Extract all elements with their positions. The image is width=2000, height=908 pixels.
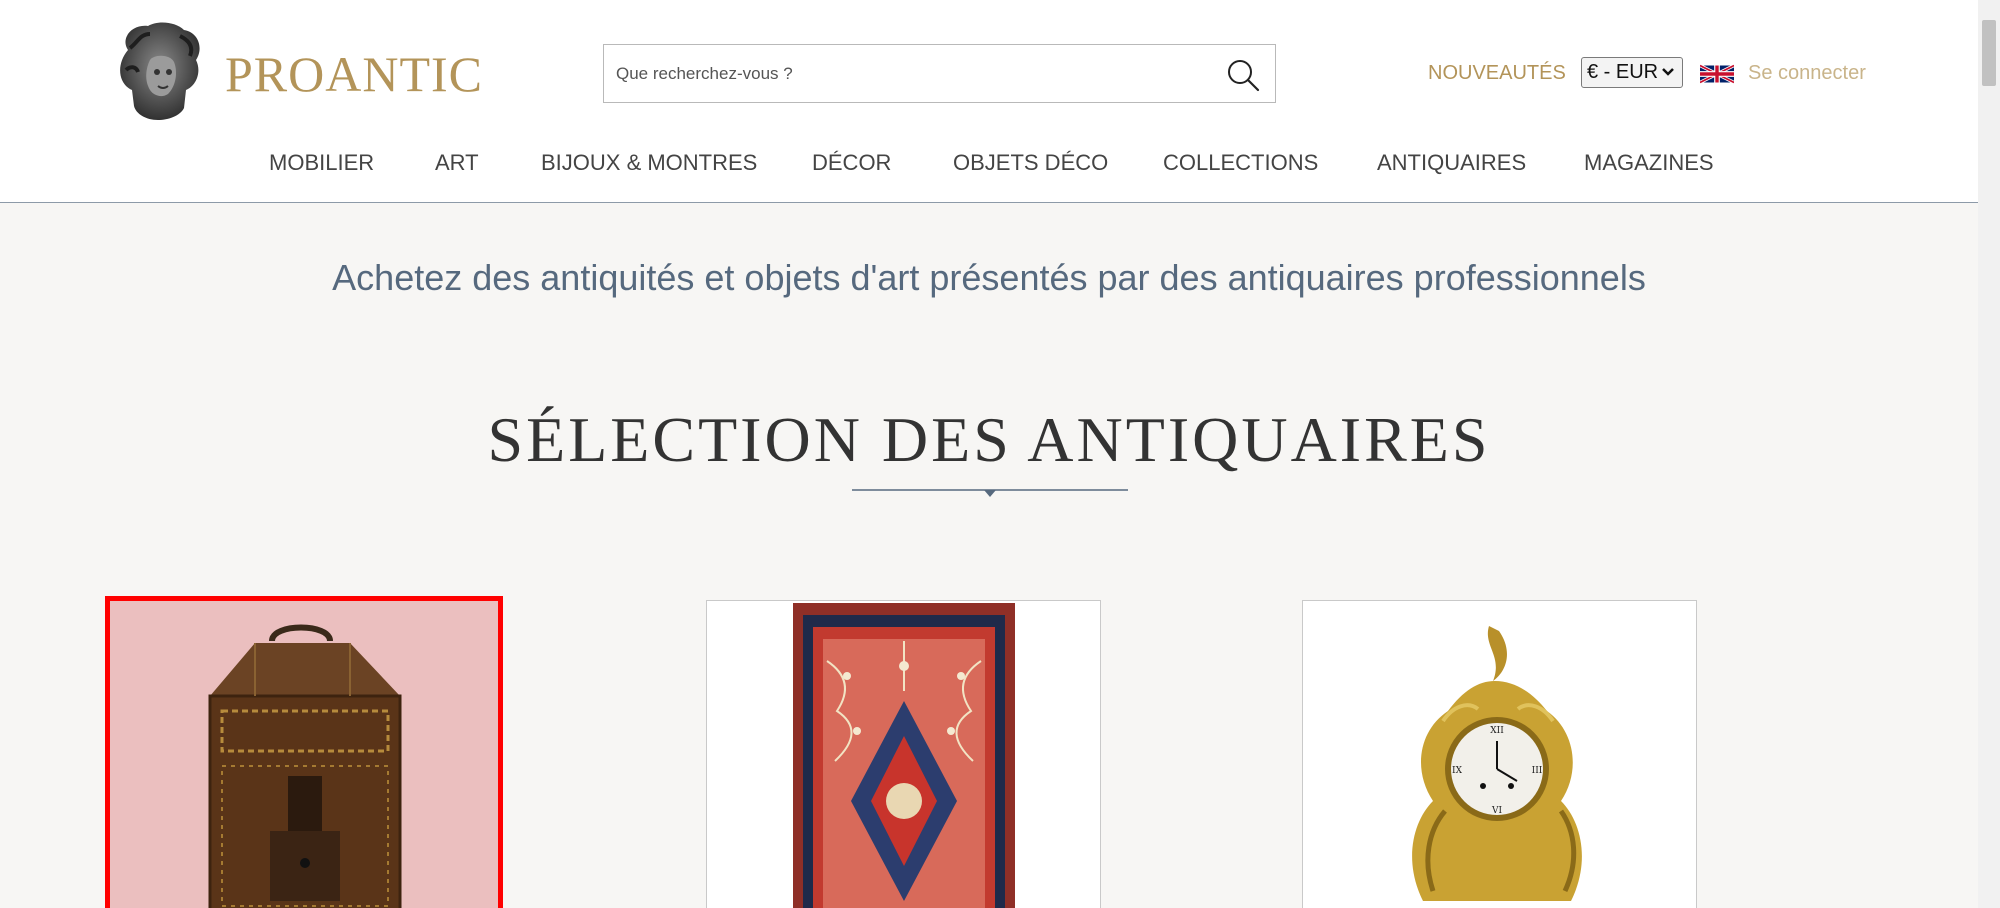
currency-value: € - EUR: [1587, 61, 1659, 83]
scrollbar-thumb[interactable]: [1982, 20, 1996, 86]
page-tagline: Achetez des antiquités et objets d'art p…: [332, 257, 1646, 298]
svg-text:XII: XII: [1490, 726, 1504, 736]
nav-item-magazines[interactable]: MAGAZINES: [1584, 148, 1714, 178]
main-nav: MOBILIER ART BIJOUX & MONTRES DÉCOR OBJE…: [0, 148, 1978, 178]
nav-item-collections[interactable]: COLLECTIONS: [1163, 148, 1318, 178]
nav-item-art[interactable]: ART: [435, 148, 479, 178]
product-image-clock: XII VI IX III: [1303, 601, 1696, 908]
search-input[interactable]: [616, 45, 1196, 102]
nav-item-antiquaires[interactable]: ANTIQUAIRES: [1377, 148, 1526, 178]
product-card[interactable]: [706, 600, 1101, 908]
brand-logo-text[interactable]: PROANTIC: [225, 44, 483, 104]
product-image-casket: [110, 601, 498, 908]
title-divider: [852, 489, 1128, 497]
svg-text:IX: IX: [1452, 766, 1463, 776]
nav-item-mobilier[interactable]: MOBILIER: [269, 148, 374, 178]
chevron-down-icon: [1662, 68, 1674, 76]
nav-item-decor[interactable]: DÉCOR: [812, 148, 891, 178]
uk-flag-icon[interactable]: [1700, 62, 1734, 86]
logo-bust-icon[interactable]: [110, 20, 208, 122]
product-card[interactable]: [105, 596, 503, 908]
site-header: PROANTIC NOUVEAUTÉS € - EUR Se connecter…: [0, 0, 1978, 203]
currency-select[interactable]: € - EUR: [1581, 57, 1683, 88]
nav-item-bijoux-montres[interactable]: BIJOUX & MONTRES: [541, 148, 757, 178]
nav-item-objets-deco[interactable]: OBJETS DÉCO: [953, 148, 1108, 178]
search-bar: [603, 44, 1276, 103]
page-scrollbar[interactable]: [1978, 0, 2000, 908]
search-icon[interactable]: [1225, 57, 1261, 93]
product-image-rug: [707, 601, 1100, 908]
section-title: SÉLECTION DES ANTIQUAIRES: [487, 404, 1491, 475]
svg-text:III: III: [1532, 766, 1543, 776]
product-card[interactable]: XII VI IX III: [1302, 600, 1697, 908]
svg-text:VI: VI: [1491, 806, 1502, 816]
signin-link[interactable]: Se connecter: [1748, 60, 1866, 86]
new-arrivals-link[interactable]: NOUVEAUTÉS: [1428, 60, 1566, 86]
